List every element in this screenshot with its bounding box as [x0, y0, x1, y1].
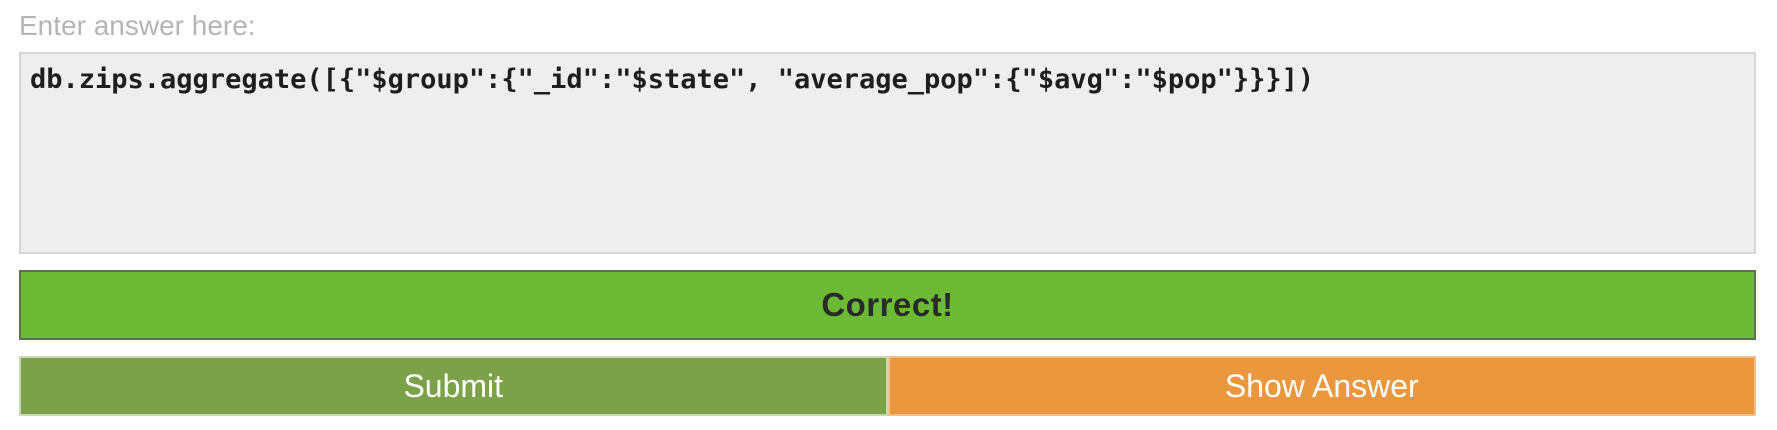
result-message: Correct! — [821, 286, 954, 323]
show-answer-button-label: Show Answer — [1224, 367, 1419, 404]
answer-textarea[interactable]: db.zips.aggregate([{"$group":{"_id":"$st… — [19, 52, 1756, 254]
submit-button[interactable]: Submit — [19, 356, 888, 416]
result-banner: Correct! — [19, 270, 1756, 340]
show-answer-button[interactable]: Show Answer — [887, 356, 1756, 416]
action-buttons: Submit Show Answer — [19, 356, 1756, 416]
submit-button-label: Submit — [403, 367, 504, 404]
answer-prompt-label: Enter answer here: — [19, 10, 256, 41]
quiz-answer-panel: Enter answer here: db.zips.aggregate([{"… — [19, 8, 1756, 416]
